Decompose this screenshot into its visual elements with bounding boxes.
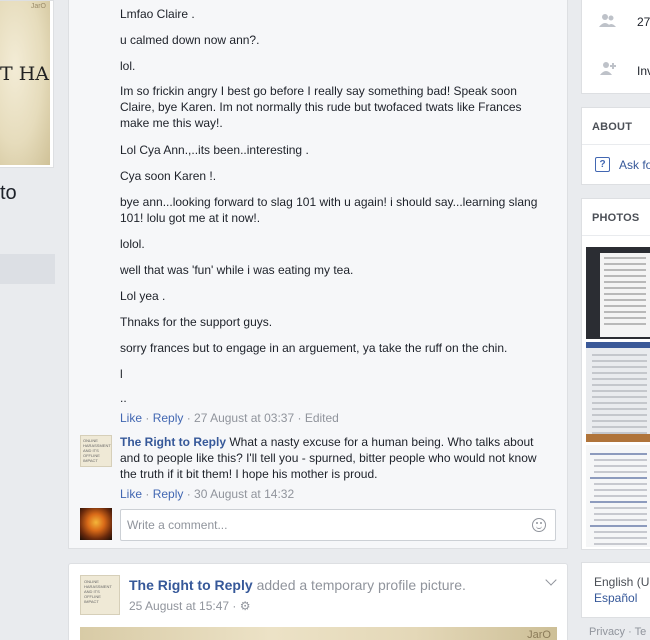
post-image[interactable]: JarO — [80, 627, 557, 640]
post-action: added a temporary profile picture. — [256, 577, 466, 593]
image-watermark: JarO — [527, 629, 551, 640]
divider — [582, 144, 650, 145]
current-language: English (U — [594, 575, 650, 589]
reply-text: l — [120, 367, 123, 381]
edited-label[interactable]: Edited — [305, 411, 339, 425]
reply-text: Lmfao Claire . — [120, 7, 195, 21]
reply-text: Cya soon Karen !. — [120, 169, 217, 183]
avatar[interactable]: ONLINE HARASSMENT AND ITS OFFLINE IMPACT — [80, 435, 112, 467]
cover-watermark: JarO — [30, 3, 46, 10]
divider — [582, 235, 650, 236]
photos-card: PHOTOS — [581, 198, 650, 550]
post-timestamp-row: 25 August at 15:47 · ⚙ — [129, 599, 251, 613]
gear-icon[interactable]: ⚙ — [240, 599, 251, 613]
emoji-icon[interactable] — [532, 518, 546, 532]
people-icon — [599, 14, 616, 27]
ask-link[interactable]: Ask fo — [619, 158, 650, 172]
reply-text: lolol. — [120, 237, 145, 251]
like-link[interactable]: Like — [120, 411, 142, 425]
post-author[interactable]: The Right to Reply — [129, 577, 253, 593]
page-name-fragment: to — [0, 182, 17, 204]
left-column: T HAS JarO to — [0, 0, 56, 640]
comment-composer[interactable] — [120, 509, 556, 541]
chevron-down-icon[interactable] — [545, 574, 557, 586]
reply-text: u calmed down now ann?. — [120, 33, 260, 47]
photo-thumbnail[interactable] — [586, 342, 650, 442]
comment-timestamp[interactable]: 30 August at 14:32 — [194, 487, 294, 501]
reply-text: bye ann...looking forward to slag 101 wi… — [120, 195, 538, 225]
comment-meta: Like · Reply · 27 August at 03:37 · Edit… — [120, 411, 339, 425]
language-card: English (U Español — [581, 562, 650, 618]
language-link[interactable]: Español — [594, 591, 637, 605]
reply-text: well that was 'fun' while i was eating m… — [120, 263, 354, 277]
reply-text: Lol yea . — [120, 289, 166, 303]
post-header: The Right to Reply added a temporary pro… — [129, 577, 466, 593]
add-person-icon — [600, 62, 616, 75]
comment-timestamp[interactable]: 27 August at 03:37 — [194, 411, 294, 425]
reply-text: lol. — [120, 59, 136, 73]
reply-text: Lol Cya Ann.,..its been..interesting . — [120, 143, 309, 157]
avatar[interactable]: ONLINE HARASSMENT AND ITS OFFLINE IMPACT — [80, 575, 120, 615]
comment-author[interactable]: The Right to Reply — [120, 435, 226, 449]
like-link[interactable]: Like — [120, 487, 142, 501]
invite-link[interactable]: Inv — [637, 64, 650, 78]
reply-text: sorry frances but to engage in an arguem… — [120, 341, 508, 355]
left-nav-item-active[interactable] — [0, 254, 55, 284]
post-card: ONLINE HARASSMENT AND ITS OFFLINE IMPACT… — [68, 563, 568, 640]
reply-link[interactable]: Reply — [153, 411, 184, 425]
about-card: ABOUT ? Ask fo — [581, 107, 650, 185]
comment-meta: Like · Reply · 30 August at 14:32 — [120, 487, 295, 501]
comment-thread: Lmfao Claire . u calmed down now ann?. l… — [68, 0, 568, 549]
photo-thumbnail[interactable] — [586, 247, 650, 339]
user-avatar[interactable] — [80, 508, 112, 540]
photos-title: PHOTOS — [592, 212, 640, 224]
likes-card: 27 Inv — [581, 0, 650, 94]
likes-count[interactable]: 27 — [637, 15, 650, 29]
profile-cover-thumbnail[interactable]: T HAS JarO — [0, 0, 54, 168]
question-icon: ? — [595, 157, 610, 172]
comment-input[interactable] — [127, 518, 517, 532]
cover-text: T HAS — [0, 63, 50, 85]
reply-text: Im so frickin angry I best go before I r… — [120, 84, 522, 130]
footer-links[interactable]: Privacy · Te — [589, 626, 646, 638]
about-title: ABOUT — [592, 121, 633, 133]
reply-link[interactable]: Reply — [153, 487, 184, 501]
comment: The Right to Reply What a nasty excuse f… — [120, 434, 540, 482]
post-timestamp[interactable]: 25 August at 15:47 — [129, 599, 229, 613]
reply-text: Thnaks for the support guys. — [120, 315, 273, 329]
cover-image: T HAS JarO — [0, 1, 50, 165]
photo-thumbnail[interactable] — [586, 445, 650, 547]
reply-text: .. — [120, 391, 127, 405]
